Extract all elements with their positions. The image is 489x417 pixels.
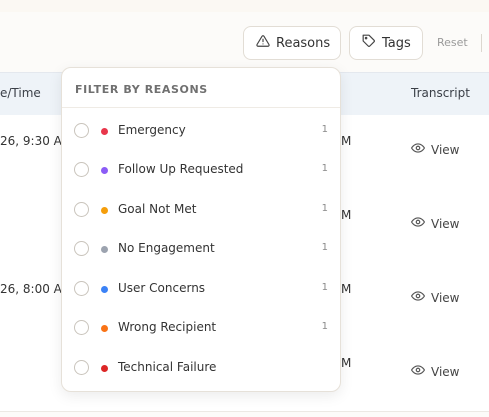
view-label: View [431, 142, 460, 157]
eye-icon [410, 289, 426, 306]
view-label: View [431, 290, 460, 305]
color-dot [101, 365, 108, 372]
color-dot [101, 167, 108, 174]
color-dot [101, 207, 108, 214]
option-label: Emergency [118, 123, 186, 137]
reason-option-goal-not-met[interactable]: Goal Not Met 1 [62, 191, 340, 230]
radio-button[interactable] [74, 162, 89, 177]
row-time-partial: M [341, 134, 352, 148]
filter-toolbar: Reasons Tags Reset [0, 12, 489, 72]
radio-button[interactable] [74, 281, 89, 296]
row-time-partial: M [341, 282, 352, 296]
view-label: View [431, 364, 460, 379]
reason-option-wrong-recipient[interactable]: Wrong Recipient 1 [62, 309, 340, 348]
option-count: 1 [321, 203, 328, 214]
row-time-partial: M [341, 356, 352, 370]
option-count: 1 [321, 242, 328, 253]
radio-button[interactable] [74, 320, 89, 335]
color-dot [101, 286, 108, 293]
reasons-filter-dropdown: FILTER BY REASONS Emergency 1 Follow Up … [61, 67, 341, 392]
warning-triangle-icon [256, 34, 270, 52]
view-transcript-link[interactable]: View [410, 215, 460, 232]
reason-option-user-concerns[interactable]: User Concerns 1 [62, 270, 340, 309]
column-header-transcript[interactable]: Transcript [411, 86, 470, 100]
radio-button[interactable] [74, 123, 89, 138]
radio-button[interactable] [74, 202, 89, 217]
color-dot [101, 325, 108, 332]
color-dot [101, 246, 108, 253]
divider [481, 34, 482, 52]
option-label: Goal Not Met [118, 202, 197, 216]
view-label: View [431, 216, 460, 231]
option-count: 1 [321, 321, 328, 332]
radio-button[interactable] [74, 360, 89, 375]
reason-option-no-engagement[interactable]: No Engagement 1 [62, 230, 340, 269]
option-label: Follow Up Requested [118, 162, 244, 176]
reason-option-emergency[interactable]: Emergency 1 [62, 112, 340, 151]
reset-button[interactable]: Reset [437, 36, 468, 49]
option-label: User Concerns [118, 281, 206, 295]
divider [62, 107, 340, 108]
view-transcript-link[interactable]: View [410, 363, 460, 380]
option-count: 1 [321, 124, 328, 135]
option-label: Wrong Recipient [118, 320, 217, 334]
row-time-partial: M [341, 208, 352, 222]
color-dot [101, 128, 108, 135]
dropdown-header: FILTER BY REASONS [75, 83, 208, 96]
reason-option-follow-up-requested[interactable]: Follow Up Requested 1 [62, 151, 340, 190]
option-count: 1 [321, 163, 328, 174]
reason-option-technical-failure[interactable]: Technical Failure [62, 349, 340, 388]
eye-icon [410, 215, 426, 232]
tags-label: Tags [382, 35, 411, 51]
reasons-filter-button[interactable]: Reasons [243, 26, 341, 60]
view-transcript-link[interactable]: View [410, 141, 460, 158]
view-transcript-link[interactable]: View [410, 289, 460, 306]
option-label: Technical Failure [118, 360, 217, 374]
option-label: No Engagement [118, 241, 215, 255]
tag-icon [362, 34, 376, 52]
eye-icon [410, 141, 426, 158]
radio-button[interactable] [74, 241, 89, 256]
option-count: 1 [321, 282, 328, 293]
reasons-label: Reasons [276, 35, 331, 51]
column-header-datetime[interactable]: e/Time [0, 86, 41, 100]
tags-filter-button[interactable]: Tags [349, 26, 423, 60]
eye-icon [410, 363, 426, 380]
